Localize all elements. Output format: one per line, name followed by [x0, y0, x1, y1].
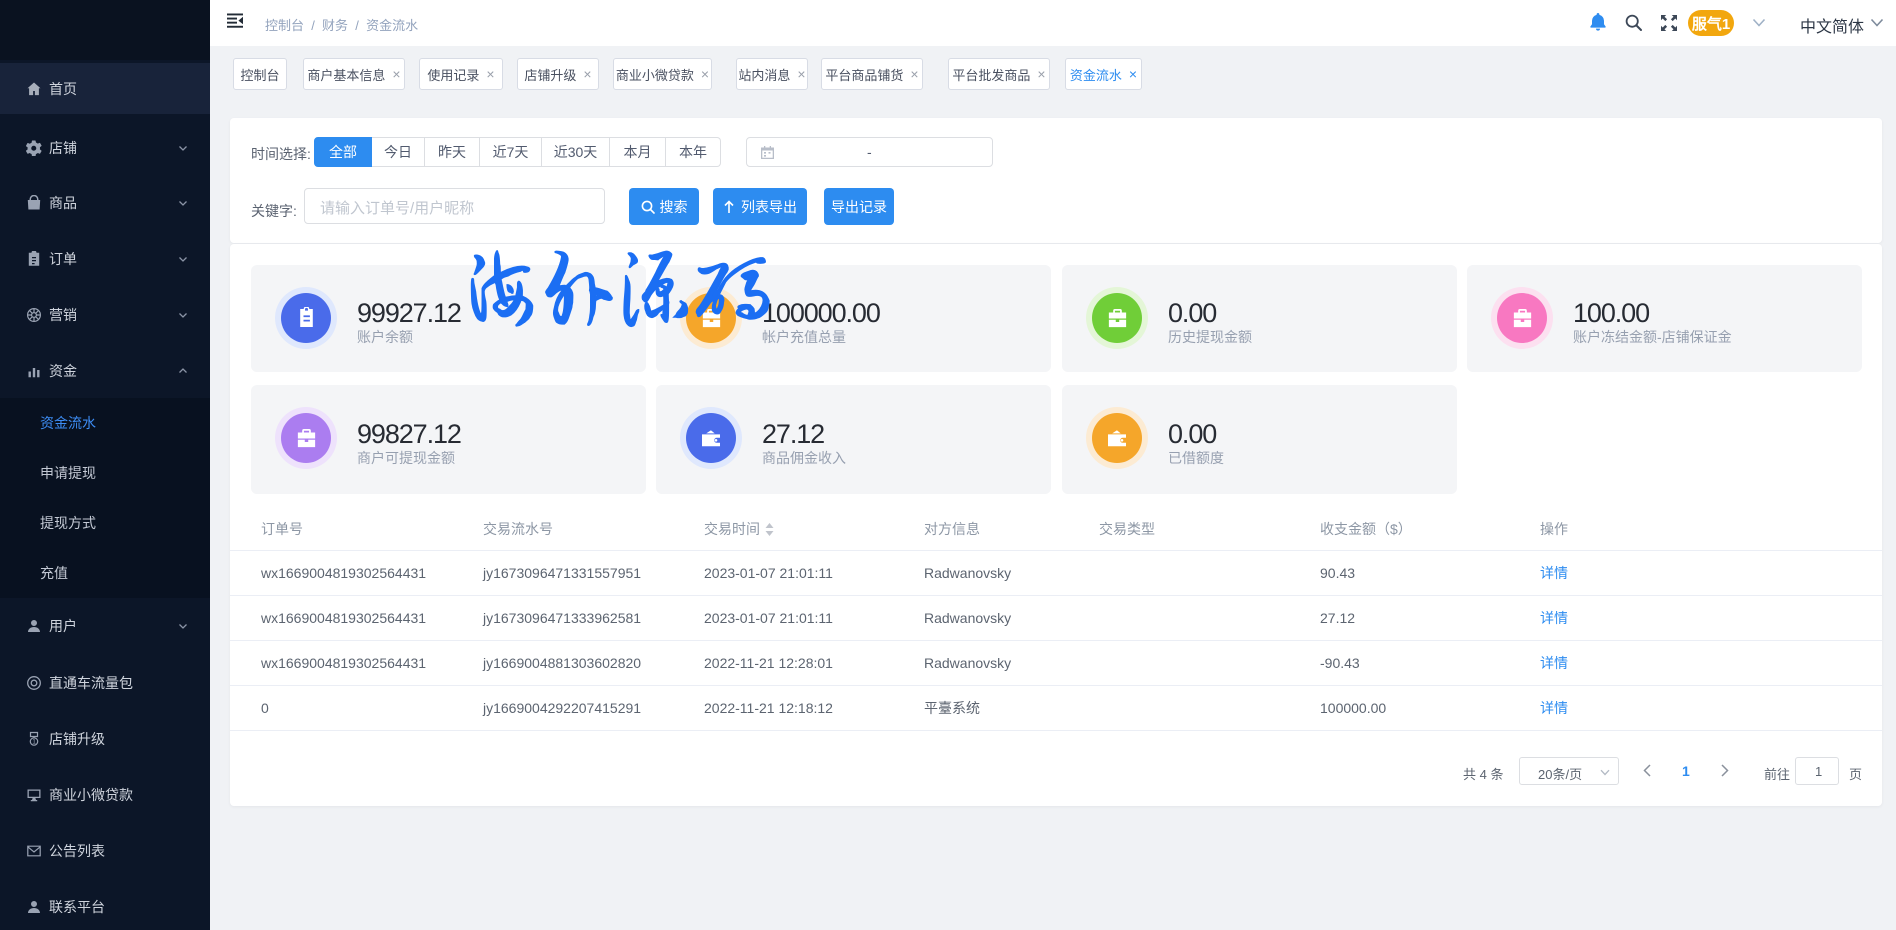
svg-text:1: 1: [32, 739, 36, 746]
